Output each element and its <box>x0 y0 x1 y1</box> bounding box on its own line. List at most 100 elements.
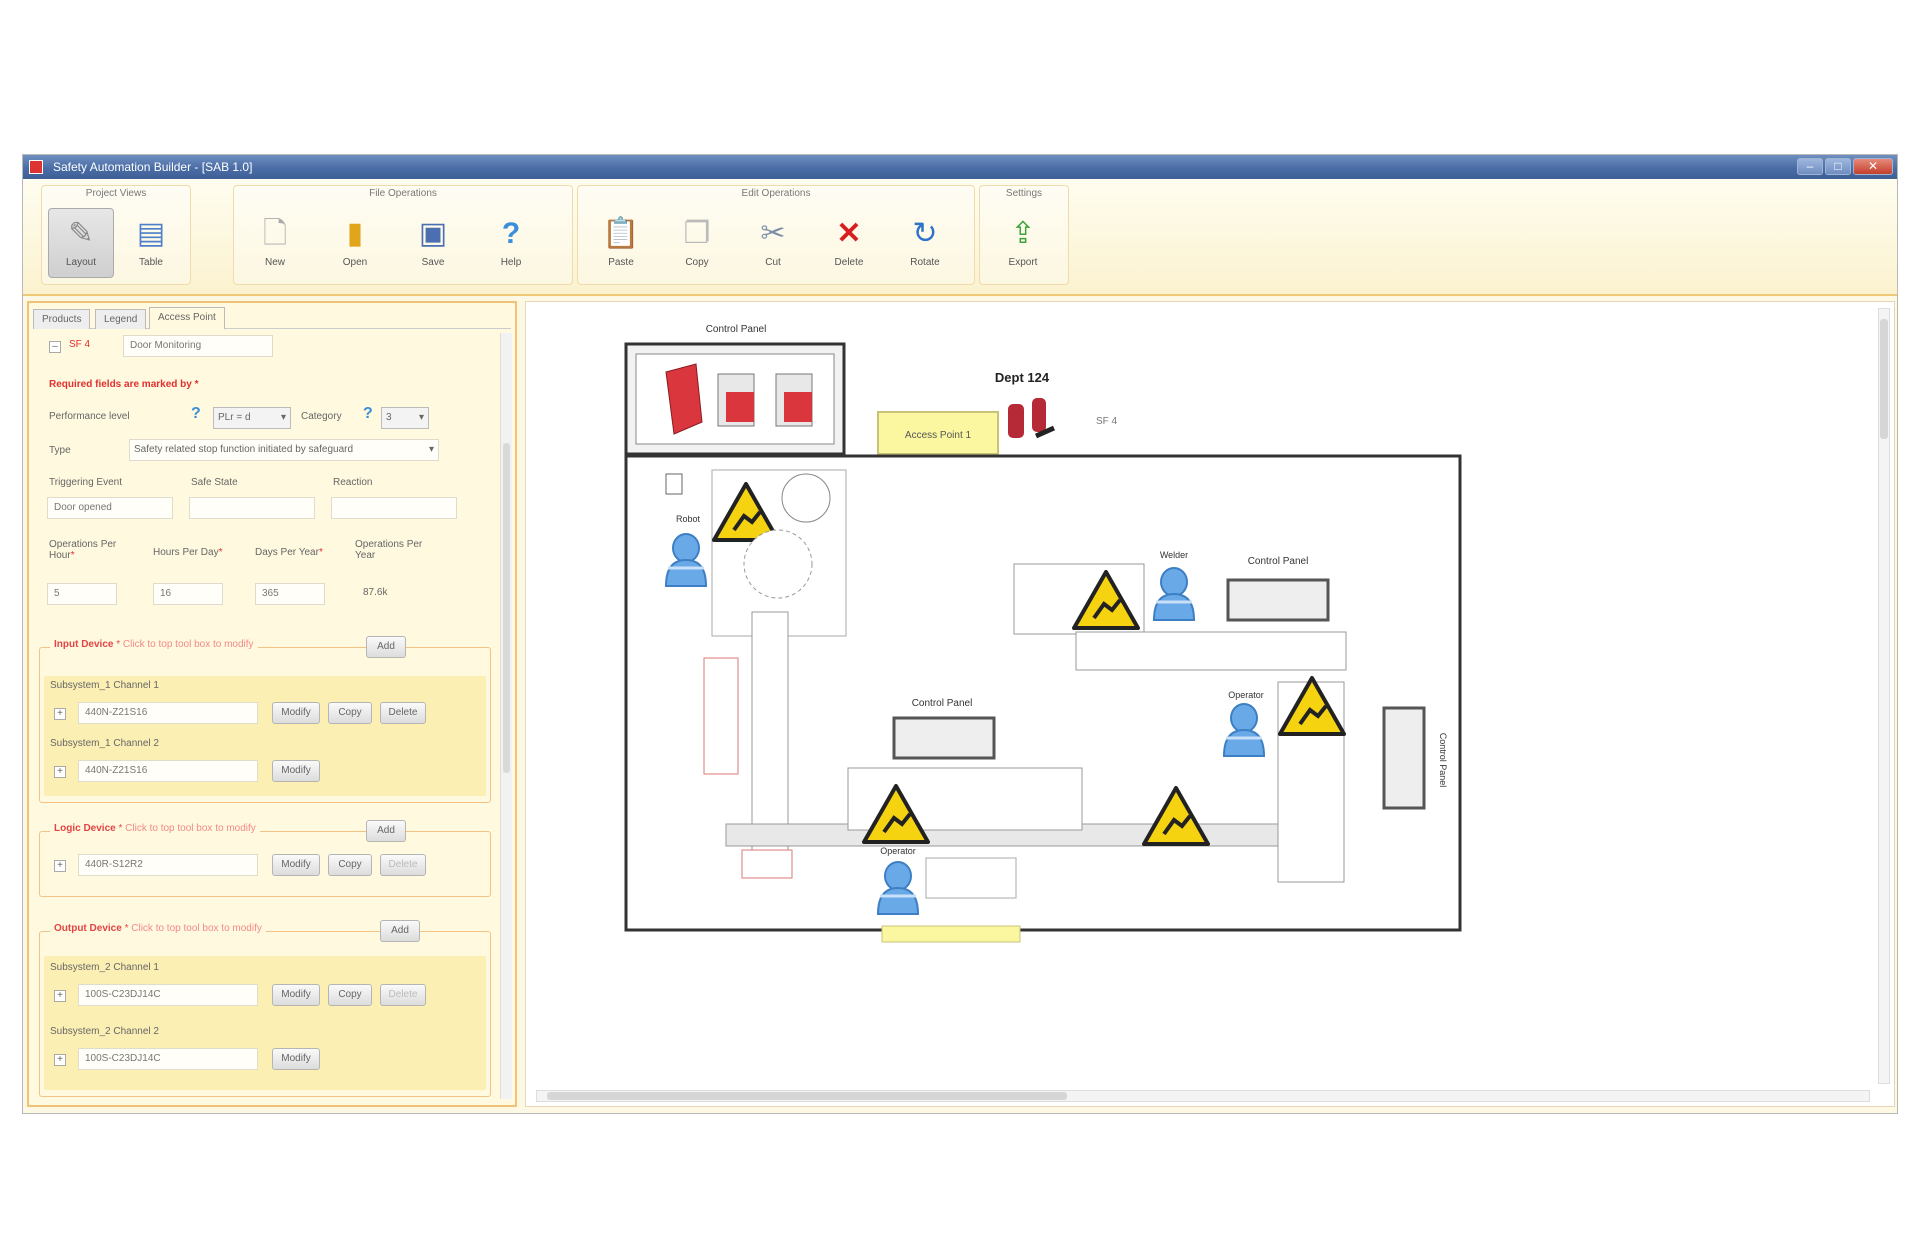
days-per-year-label: Days Per Year* <box>255 547 323 558</box>
save-button[interactable]: ▣ Save <box>400 208 466 278</box>
welder-person-icon[interactable] <box>1152 566 1196 622</box>
expand-toggle[interactable]: + <box>54 990 66 1002</box>
robot-base <box>743 529 813 599</box>
help-icon[interactable]: ? <box>191 405 201 423</box>
group-title: File Operations <box>369 188 437 199</box>
scrollbar-thumb[interactable] <box>1880 319 1888 439</box>
ribbon-group-edit-operations: Edit Operations 📋 Paste ❐ Copy ✂ Cut ✕ Delet… <box>577 185 975 285</box>
control-panel-right-label: Control Panel <box>1248 556 1309 567</box>
robot-person-icon[interactable] <box>664 532 708 588</box>
control-panel-vertical[interactable] <box>1382 706 1426 810</box>
delete-device-button[interactable]: Delete <box>380 984 426 1006</box>
category-select[interactable]: 3 <box>381 407 429 429</box>
control-panel-middle[interactable] <box>892 716 996 760</box>
export-button[interactable]: ⇪ Export <box>990 208 1056 278</box>
button-label: Paste <box>608 257 634 268</box>
paste-button[interactable]: 📋 Paste <box>588 208 654 278</box>
layout-drawing: Control Panel Dept 124 Access Point 1 SF… <box>624 324 1462 943</box>
copy-button[interactable]: ❐ Copy <box>664 208 730 278</box>
device-catalog-field[interactable]: 100S-C23DJ14C <box>78 1048 258 1070</box>
device-catalog-field[interactable]: 100S-C23DJ14C <box>78 984 258 1006</box>
safety-relay-icon[interactable] <box>665 363 813 435</box>
tab-legend[interactable]: Legend <box>95 309 147 329</box>
expand-toggle[interactable]: + <box>54 860 66 872</box>
add-logic-device-button[interactable]: Add <box>366 820 406 842</box>
expand-toggle[interactable]: + <box>54 708 66 720</box>
red-tag-box-2 <box>741 849 793 879</box>
device-catalog-field[interactable]: 440N-Z21S16 <box>78 760 258 782</box>
help-icon[interactable]: ? <box>363 405 373 423</box>
close-button[interactable]: ✕ <box>1853 158 1893 175</box>
export-icon: ⇪ <box>1010 217 1036 250</box>
tab-products[interactable]: Products <box>33 309 91 329</box>
operations-per-hour-label: Operations Per Hour* <box>49 539 117 561</box>
layout-canvas[interactable]: Control Panel Dept 124 Access Point 1 SF… <box>525 301 1895 1107</box>
layout-button[interactable]: ✎ Layout <box>48 208 114 278</box>
operator-right-person-icon[interactable] <box>1222 702 1266 758</box>
ribbon-group-file-operations: File Operations 🗋 New ▮ Open ▣ Save ? Help <box>233 185 573 285</box>
group-title: Settings <box>1005 188 1043 199</box>
modify-button[interactable]: Modify <box>272 854 320 876</box>
section-title: Input Device <box>54 639 114 650</box>
pencil-icon: ✎ <box>68 217 94 250</box>
group-title: Project Views <box>85 188 147 199</box>
delete-device-button[interactable]: Delete <box>380 854 426 876</box>
welder-label: Welder <box>1160 550 1188 560</box>
tab-access-point[interactable]: Access Point <box>149 307 225 329</box>
control-panel-right[interactable] <box>1226 578 1330 622</box>
safety-function-name[interactable]: Door Monitoring <box>123 335 273 357</box>
warning-sign-icon[interactable] <box>1142 786 1210 846</box>
modify-button[interactable]: Modify <box>272 702 320 724</box>
copy-device-button[interactable]: Copy <box>328 702 372 724</box>
minimize-button[interactable]: – <box>1797 158 1823 175</box>
scrollbar-thumb[interactable] <box>503 443 510 773</box>
table-button[interactable]: ▤ Table <box>118 208 184 278</box>
collapse-toggle[interactable]: – <box>49 341 61 353</box>
hours-per-day-input[interactable]: 16 <box>153 583 223 605</box>
canvas-vertical-scrollbar[interactable] <box>1878 308 1890 1084</box>
triggering-event-input[interactable]: Door opened <box>47 497 173 519</box>
access-point-bottom[interactable] <box>881 925 1021 943</box>
add-input-device-button[interactable]: Add <box>366 636 406 658</box>
copy-device-button[interactable]: Copy <box>328 984 372 1006</box>
expand-toggle[interactable]: + <box>54 1054 66 1066</box>
performance-level-select[interactable]: PLr = d <box>213 407 291 429</box>
new-button[interactable]: 🗋 New <box>242 208 308 278</box>
copy-device-button[interactable]: Copy <box>328 854 372 876</box>
welder-conveyor <box>1075 631 1347 671</box>
canvas-horizontal-scrollbar[interactable] <box>536 1090 1870 1102</box>
subsystem-label: Subsystem_2 Channel 1 <box>50 962 159 973</box>
device-catalog-field[interactable]: 440N-Z21S16 <box>78 702 258 724</box>
robot-label: Robot <box>676 514 701 524</box>
safe-state-input[interactable] <box>189 497 315 519</box>
add-output-device-button[interactable]: Add <box>380 920 420 942</box>
device-catalog-field[interactable]: 440R-S12R2 <box>78 854 258 876</box>
operator-person-icon[interactable] <box>876 860 920 916</box>
cut-button[interactable]: ✂ Cut <box>740 208 806 278</box>
modify-button[interactable]: Modify <box>272 760 320 782</box>
control-panel-top-label: Control Panel <box>706 324 767 335</box>
modify-button[interactable]: Modify <box>272 984 320 1006</box>
type-select[interactable]: Safety related stop function initiated b… <box>129 439 439 461</box>
open-button[interactable]: ▮ Open <box>322 208 388 278</box>
open-folder-icon: ▮ <box>346 217 364 250</box>
subsystem-label: Subsystem_1 Channel 1 <box>50 680 159 691</box>
help-button[interactable]: ? Help <box>478 208 544 278</box>
operations-per-hour-input[interactable]: 5 <box>47 583 117 605</box>
modify-button[interactable]: Modify <box>272 1048 320 1070</box>
sf-tag-label: SF 4 <box>1096 416 1118 427</box>
panel-tabs: Products Legend Access Point <box>33 307 511 329</box>
rotate-button[interactable]: ↻ Rotate <box>892 208 958 278</box>
maximize-button[interactable]: □ <box>1825 158 1851 175</box>
delete-button[interactable]: ✕ Delete <box>816 208 882 278</box>
expand-toggle[interactable]: + <box>54 766 66 778</box>
scrollbar-thumb[interactable] <box>547 1092 1067 1100</box>
section-header: Logic Device * Click to top tool box to … <box>50 823 260 834</box>
panel-scrollbar[interactable] <box>500 333 512 1099</box>
delete-device-button[interactable]: Delete <box>380 702 426 724</box>
application-window: Safety Automation Builder - [SAB 1.0] – … <box>22 154 1898 1114</box>
reaction-input[interactable] <box>331 497 457 519</box>
section-title: Output Device <box>54 923 122 934</box>
days-per-year-input[interactable]: 365 <box>255 583 325 605</box>
interlock-switch-icon[interactable] <box>1008 398 1056 439</box>
